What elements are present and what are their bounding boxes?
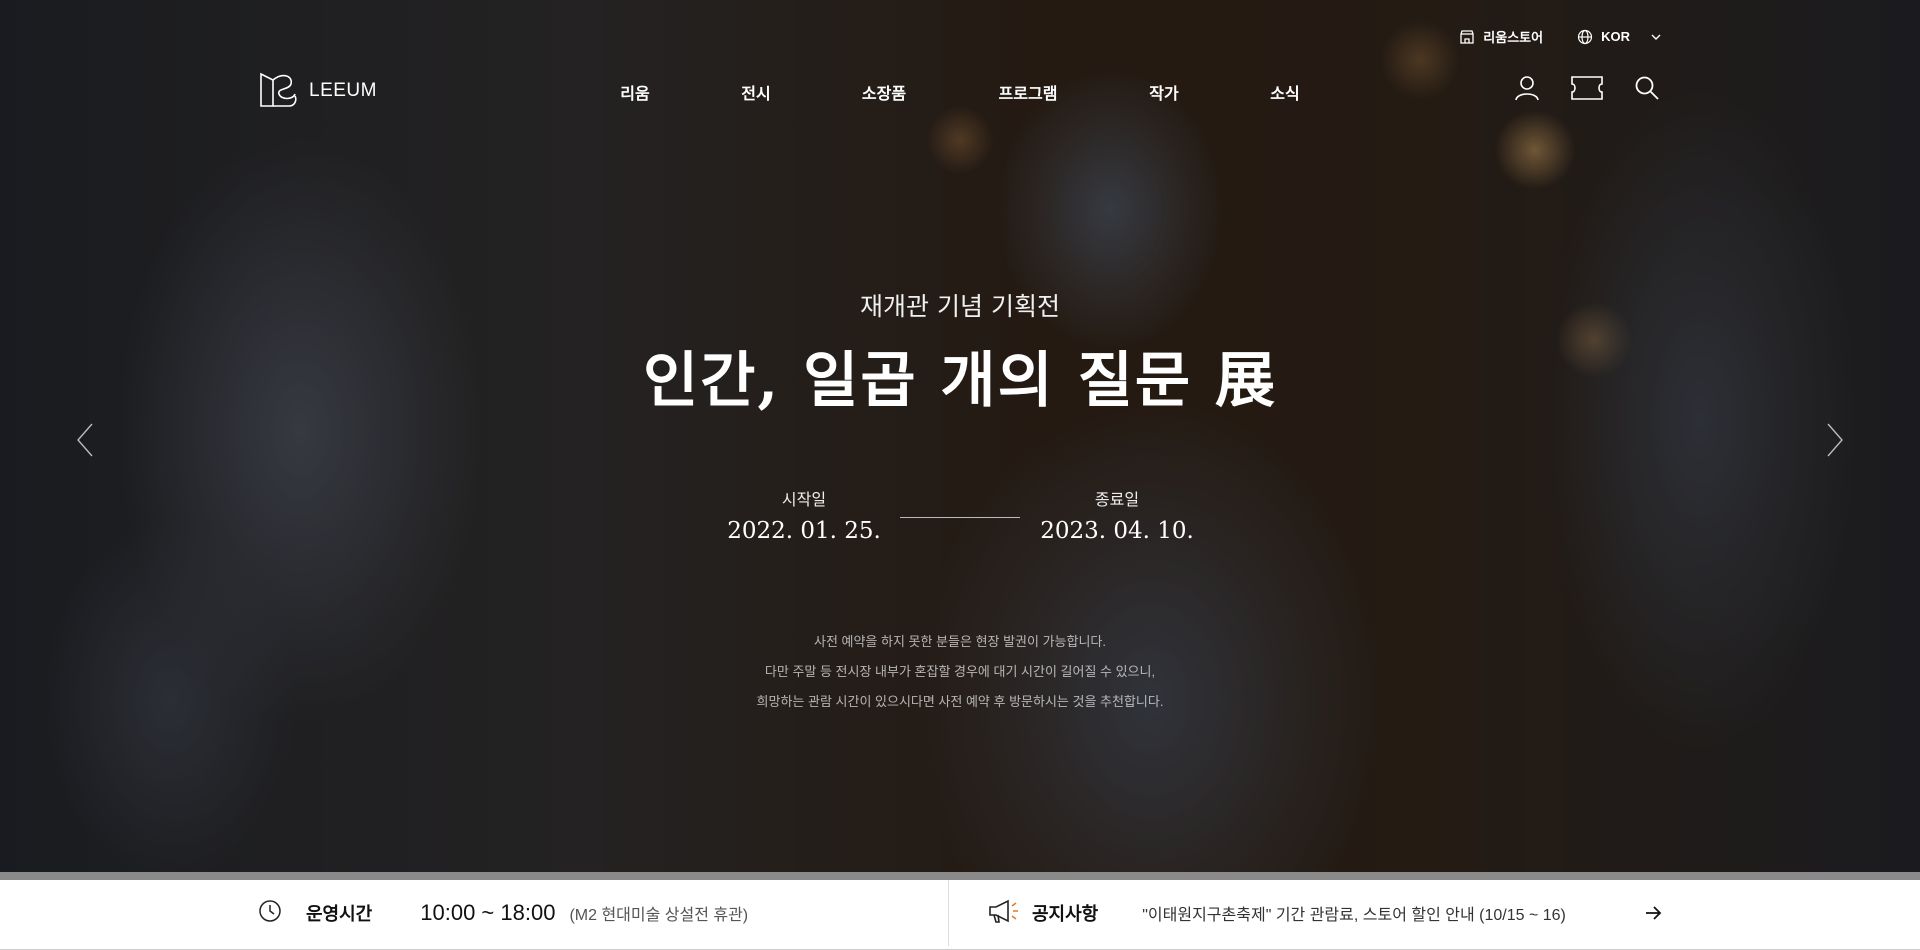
hours-note: (M2 현대미술 상설전 휴관) — [569, 907, 749, 924]
nav-item-news[interactable]: 소식 — [1270, 80, 1299, 104]
nav-item-artist[interactable]: 작가 — [1149, 80, 1178, 104]
clock-icon — [258, 899, 282, 927]
nav-item-collection[interactable]: 소장품 — [862, 80, 906, 104]
exhibition-title[interactable]: 인간, 일곱 개의 질문 展 — [0, 332, 1920, 419]
end-date-label: 종료일 — [1094, 490, 1140, 509]
ticket-icon[interactable] — [1570, 75, 1604, 105]
nav-item-leeum[interactable]: 리움 — [620, 80, 649, 104]
exhibition-subtitle: 재개관 기념 기획전 — [860, 292, 1060, 321]
notice-title: 공지사항 — [1032, 904, 1099, 924]
arrow-right-icon[interactable] — [1643, 903, 1663, 927]
hero-notice: 사전 예약을 하지 못한 분들은 현장 발권이 가능합니다. 다만 주말 등 전… — [0, 627, 1920, 717]
hours-title: 운영시간 — [306, 904, 373, 924]
hours-value: 10:00 ~ 18:00 — [420, 900, 556, 925]
nav-item-program[interactable]: 프로그램 — [999, 80, 1058, 104]
user-icon[interactable] — [1514, 75, 1540, 105]
end-date-value: 2023. 04. 10. — [1040, 518, 1194, 544]
next-slide-arrow[interactable] — [1824, 420, 1846, 464]
hero-background — [0, 0, 1920, 880]
info-divider — [948, 880, 949, 946]
start-date-block: 시작일 2022. 01. 25. — [704, 486, 904, 544]
chevron-down-icon — [1650, 31, 1662, 43]
language-select[interactable]: KOR — [1577, 29, 1662, 45]
start-date-label: 시작일 — [781, 490, 827, 509]
nav-item-exhibition[interactable]: 전시 — [741, 80, 770, 104]
store-link[interactable]: 리움스토어 — [1459, 27, 1543, 46]
start-date-value: 2022. 01. 25. — [727, 518, 881, 544]
header-icons — [1514, 75, 1660, 105]
megaphone-icon — [988, 898, 1022, 928]
end-date-block: 종료일 2023. 04. 10. — [1017, 486, 1217, 544]
date-divider — [900, 517, 1020, 518]
prev-slide-arrow[interactable] — [74, 420, 96, 464]
hero-notice-line: 다만 주말 등 전시장 내부가 혼잡할 경우에 대기 시간이 길어질 수 있으니… — [764, 664, 1156, 679]
notice-message-link[interactable]: "이태원지구촌축제" 기간 관람료, 스토어 할인 안내 (10/15 ~ 16… — [1142, 901, 1566, 925]
hours-section: 운영시간 10:00 ~ 18:00 (M2 현대미술 상설전 휴관) — [258, 880, 748, 946]
store-icon — [1459, 29, 1475, 45]
info-bar: 운영시간 10:00 ~ 18:00 (M2 현대미술 상설전 휴관) 공지사항… — [0, 880, 1920, 950]
notice-section: 공지사항 "이태원지구촌축제" 기간 관람료, 스토어 할인 안내 (10/15… — [988, 880, 1663, 946]
store-label: 리움스토어 — [1483, 30, 1544, 45]
utility-bar: 리움스토어 KOR — [1459, 27, 1662, 46]
globe-icon — [1577, 29, 1593, 45]
hero-notice-line: 사전 예약을 하지 못한 분들은 현장 발권이 가능합니다. — [813, 634, 1106, 649]
search-icon[interactable] — [1634, 75, 1660, 105]
hero-notice-line: 희망하는 관람 시간이 있으시다면 사전 예약 후 방문하시는 것을 추천합니다… — [756, 694, 1164, 709]
language-label: KOR — [1601, 29, 1630, 44]
hero-overlay — [0, 0, 1920, 880]
hero-bottom-strip — [0, 872, 1920, 880]
